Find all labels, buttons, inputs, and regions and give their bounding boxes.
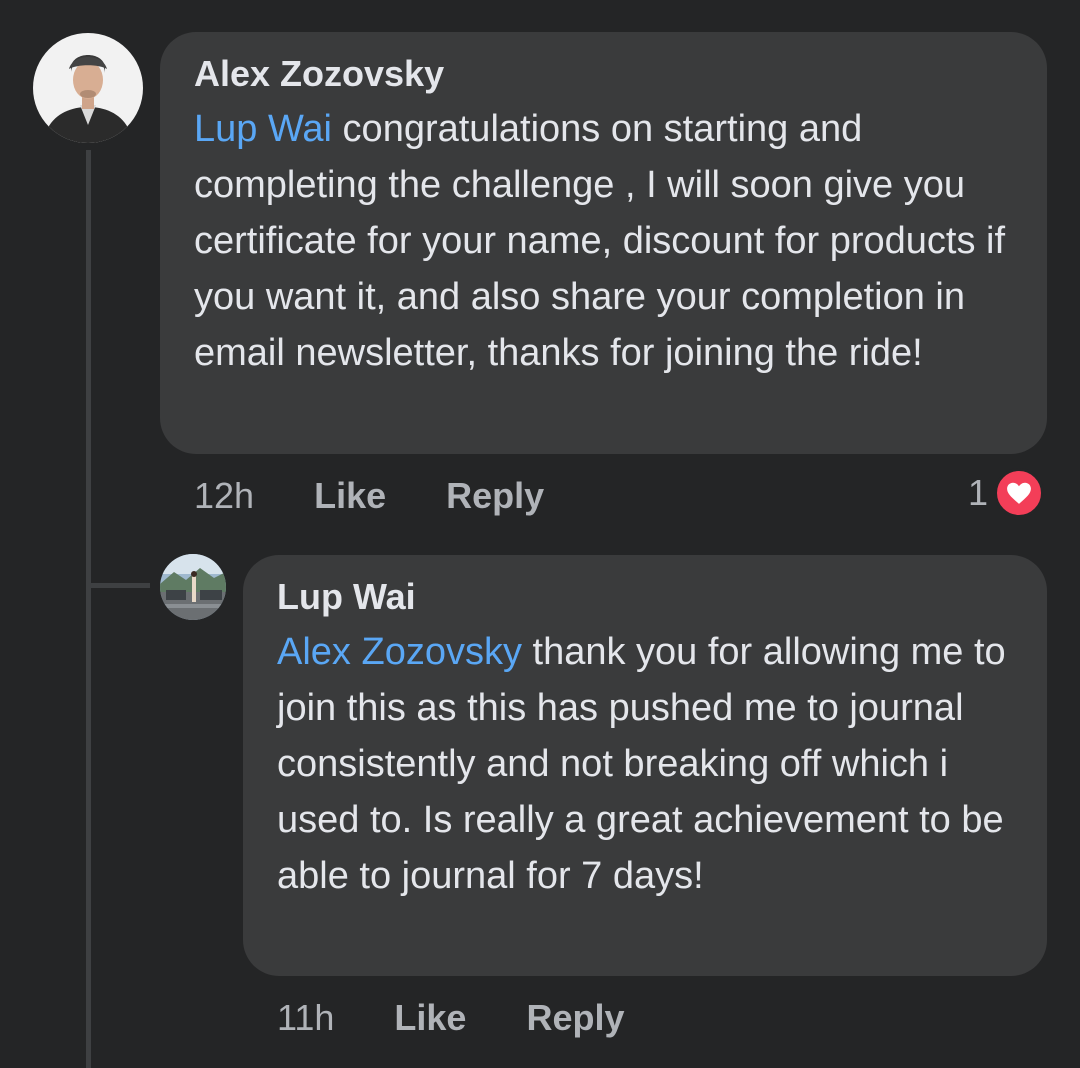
thread-line-vertical (86, 150, 91, 1068)
comment-timestamp[interactable]: 11h (277, 997, 334, 1038)
comment-author[interactable]: Alex Zozovsky (194, 52, 1013, 96)
reaction-count: 1 (968, 472, 989, 513)
mention-link[interactable]: Alex Zozovsky (277, 631, 522, 673)
heart-icon (994, 468, 1045, 518)
avatar-photo (33, 33, 143, 143)
mention-link[interactable]: Lup Wai (194, 108, 332, 150)
reply-button[interactable]: Reply (446, 475, 544, 516)
reply-button[interactable]: Reply (526, 997, 624, 1038)
avatar-alex-zozovsky[interactable] (33, 33, 143, 143)
like-button[interactable]: Like (314, 475, 386, 516)
reaction-summary[interactable]: 1 (968, 468, 1045, 518)
comment-text: Alex Zozovsky thank you for allowing me … (277, 624, 1013, 904)
comment-actions: 12h Like Reply (194, 474, 544, 518)
comment-bubble: Alex Zozovsky Lup Wai congratulations on… (160, 32, 1047, 454)
thread-line-branch (86, 583, 150, 588)
avatar-lup-wai[interactable] (160, 554, 226, 620)
comment-author[interactable]: Lup Wai (277, 575, 1013, 619)
avatar-photo (160, 554, 226, 620)
comment-timestamp[interactable]: 12h (194, 475, 254, 516)
comment-text: Lup Wai congratulations on starting and … (194, 101, 1013, 381)
comment-actions: 11h Like Reply (277, 996, 625, 1040)
comment-bubble: Lup Wai Alex Zozovsky thank you for allo… (243, 555, 1047, 976)
like-button[interactable]: Like (394, 997, 466, 1038)
